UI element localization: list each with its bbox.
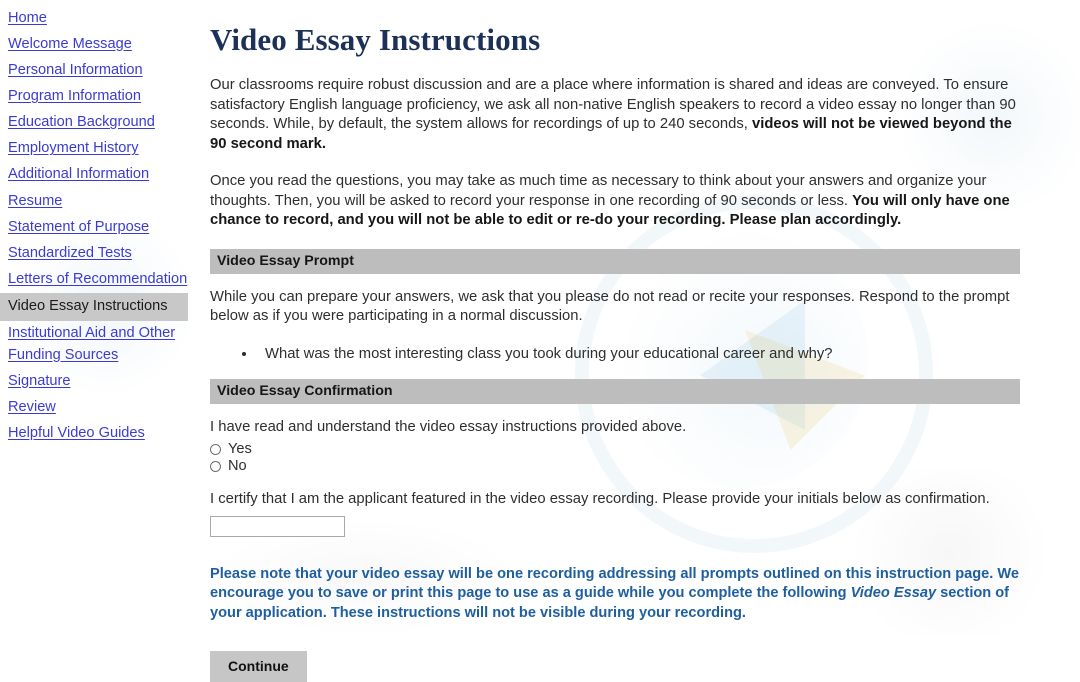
sidebar-item-employment-history[interactable]: Employment History: [0, 136, 210, 162]
radio-option-yes[interactable]: Yes: [210, 441, 1020, 457]
recording-note: Please note that your video essay will b…: [210, 565, 1020, 623]
initials-input[interactable]: [210, 515, 345, 537]
section-header-video-essay-confirmation: Video Essay Confirmation: [210, 378, 1020, 404]
certification-text: I certify that I am the applicant featur…: [210, 491, 990, 508]
radio-label-yes: Yes: [228, 441, 252, 458]
main-content: Video Essay Instructions Our classrooms …: [210, 0, 1080, 682]
sidebar-item-review[interactable]: Review: [0, 394, 210, 420]
intro-paragraph-2: Once you read the questions, you may tak…: [210, 172, 1020, 231]
prompt-intro-text: While you can prepare your answers, we a…: [210, 288, 1010, 325]
radio-option-no[interactable]: No: [210, 458, 1020, 474]
sidebar-item-statement-of-purpose[interactable]: Statement of Purpose: [0, 214, 210, 240]
sidebar-item-home[interactable]: Home: [0, 5, 210, 31]
sidebar-item-education-background[interactable]: Education Background: [0, 110, 210, 136]
confirmation-question: I have read and understand the video ess…: [210, 418, 687, 435]
intro-paragraph-1: Our classrooms require robust discussion…: [210, 76, 1020, 154]
sidebar-item-standardized-tests[interactable]: Standardized Tests: [0, 240, 210, 266]
confirmation-radio-group: Yes No: [210, 441, 1020, 474]
radio-button-no-icon[interactable]: [210, 460, 221, 472]
page-title: Video Essay Instructions: [210, 22, 541, 57]
radio-label-no: No: [228, 458, 247, 475]
section-header-video-essay-prompt: Video Essay Prompt: [210, 248, 1020, 274]
sidebar-item-signature[interactable]: Signature: [0, 368, 210, 394]
sidebar-item-letters-of-recommendation[interactable]: Letters of Recommendation: [0, 267, 210, 293]
recording-note-italic: Video Essay: [850, 585, 937, 602]
sidebar-navigation: Home Welcome Message Personal Information P…: [0, 0, 210, 447]
application-page: Home Welcome Message Personal Information P…: [0, 0, 1080, 682]
sidebar-item-welcome-message[interactable]: Welcome Message: [0, 31, 210, 57]
continue-button[interactable]: Continue: [210, 651, 307, 682]
sidebar-item-helpful-video-guides[interactable]: Helpful Video Guides: [0, 421, 210, 447]
prompt-question: What was the most interesting class you …: [257, 345, 1020, 365]
prompt-question-list: What was the most interesting class you …: [210, 345, 1020, 365]
sidebar-item-personal-information[interactable]: Personal Information: [0, 57, 210, 83]
sidebar-item-video-essay-instructions[interactable]: Video Essay Instructions: [0, 292, 188, 321]
sidebar-item-additional-information[interactable]: Additional Information: [0, 162, 210, 188]
sidebar-item-resume[interactable]: Resume: [0, 188, 210, 214]
radio-button-yes-icon[interactable]: [210, 443, 221, 455]
sidebar-item-program-information[interactable]: Program Information: [0, 83, 210, 109]
sidebar-item-institutional-aid-and-other-funding-sources[interactable]: Institutional Aid and Other Funding Sour…: [0, 321, 210, 368]
